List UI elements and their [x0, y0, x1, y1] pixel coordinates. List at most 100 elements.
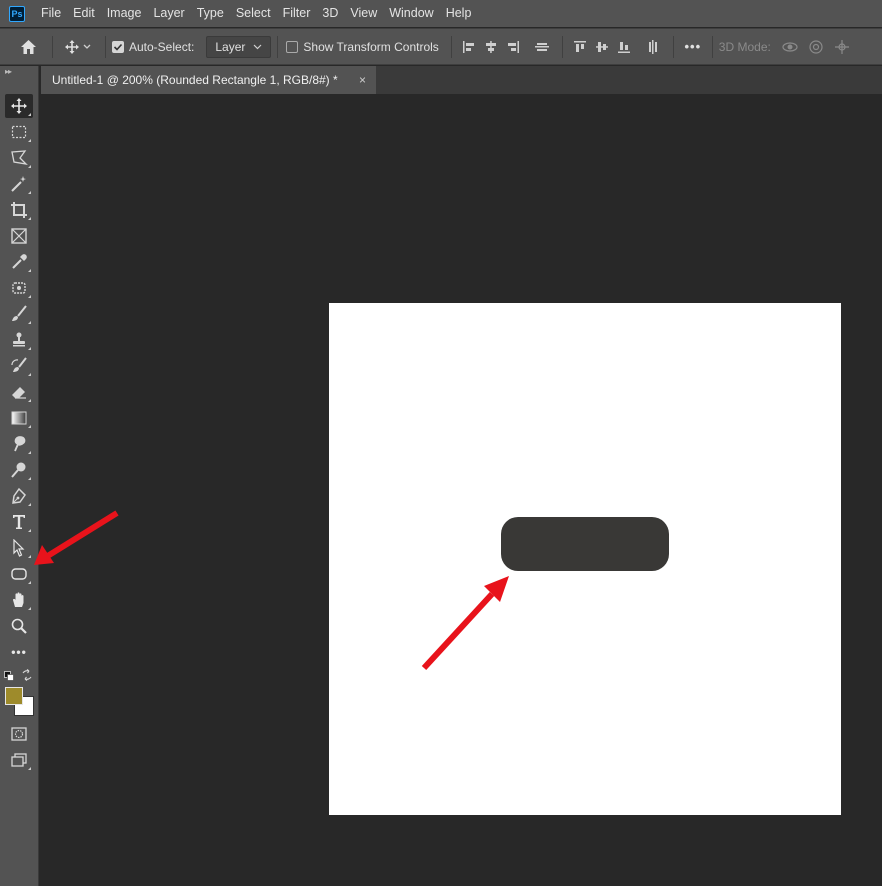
- chevron-down-icon: [253, 44, 262, 49]
- smudge-icon: [14, 436, 26, 452]
- eraser-tool[interactable]: [5, 380, 33, 404]
- distribute-button[interactable]: [528, 35, 556, 59]
- align-right-icon: [507, 40, 519, 53]
- foreground-color-swatch[interactable]: [5, 687, 23, 705]
- 3d-orbit-icon: [782, 41, 798, 52]
- auto-select-check[interactable]: [112, 40, 124, 53]
- clone-stamp-tool[interactable]: [5, 328, 33, 352]
- separator: [105, 35, 106, 58]
- polygonal-lasso-icon: [11, 150, 28, 165]
- align-left-button[interactable]: [458, 35, 480, 59]
- type-tool[interactable]: [5, 510, 33, 534]
- brush-tool[interactable]: [5, 302, 33, 326]
- default-colors-icon[interactable]: [4, 671, 14, 681]
- align-bottom-icon: [617, 41, 630, 53]
- menu-view[interactable]: View: [344, 0, 383, 27]
- 3d-orbit-button[interactable]: [777, 35, 803, 59]
- document-tab-bar: Untitled-1 @ 200% (Rounded Rectangle 1, …: [41, 66, 882, 94]
- path-selection-icon: [13, 539, 25, 557]
- distribute-icon: [534, 42, 549, 51]
- hand-tool[interactable]: [5, 588, 33, 612]
- eraser-icon: [12, 387, 26, 399]
- rounded-rectangle-icon: [11, 568, 27, 580]
- separator: [52, 35, 53, 58]
- home-icon: [20, 39, 36, 54]
- document-tab[interactable]: Untitled-1 @ 200% (Rounded Rectangle 1, …: [41, 66, 376, 94]
- separator: [711, 35, 713, 58]
- lasso-tool[interactable]: [5, 146, 33, 170]
- menu-image[interactable]: Image: [101, 0, 148, 27]
- quick-mask-button[interactable]: [5, 722, 33, 746]
- rounded-rectangle-shape[interactable]: [501, 517, 669, 571]
- move-tool[interactable]: [5, 94, 33, 118]
- distribute-vertical-button[interactable]: [639, 35, 667, 59]
- zoom-tool[interactable]: [5, 614, 33, 638]
- menu-filter[interactable]: Filter: [277, 0, 317, 27]
- auto-select-label: Auto-Select:: [129, 39, 195, 54]
- move-tool-icon: [65, 39, 91, 54]
- align-horizontal-center-button[interactable]: [480, 35, 502, 59]
- swap-colors-icon[interactable]: [21, 669, 33, 681]
- checkmark-icon: [113, 43, 123, 51]
- separator: [450, 35, 452, 58]
- panel-collapse-icon[interactable]: ▸▸: [5, 67, 12, 76]
- align-bottom-button[interactable]: [613, 35, 635, 59]
- menu-help[interactable]: Help: [440, 0, 478, 27]
- pen-tool[interactable]: [5, 484, 33, 508]
- menu-layer[interactable]: Layer: [147, 0, 190, 27]
- magic-wand-tool[interactable]: [5, 172, 33, 196]
- frame-icon: [11, 228, 27, 244]
- close-tab-icon[interactable]: ×: [359, 73, 366, 87]
- dodge-tool[interactable]: [5, 458, 33, 482]
- edit-toolbar-button[interactable]: •••: [5, 640, 33, 664]
- tools-panel: ▸▸ •••: [0, 66, 39, 886]
- auto-select-checkbox[interactable]: Auto-Select:: [112, 35, 194, 59]
- distribute-vertical-icon: [648, 39, 657, 54]
- path-selection-tool[interactable]: [5, 536, 33, 560]
- auto-select-value: Layer: [215, 39, 246, 54]
- menu-3d[interactable]: 3D: [316, 0, 344, 27]
- document-tab-title: Untitled-1 @ 200% (Rounded Rectangle 1, …: [52, 73, 338, 87]
- screen-mode-button[interactable]: [5, 748, 33, 772]
- eyedropper-tool[interactable]: [5, 250, 33, 274]
- hand-icon: [13, 592, 24, 607]
- move-tool-preset-button[interactable]: [59, 35, 99, 59]
- menu-window[interactable]: Window: [383, 0, 439, 27]
- screen-mode-icon: [11, 753, 27, 767]
- more-options-button[interactable]: •••: [680, 35, 706, 59]
- brush-icon: [12, 305, 27, 321]
- photoshop-logo-icon: Ps: [9, 5, 25, 22]
- home-button[interactable]: [10, 35, 46, 59]
- crop-icon: [11, 202, 27, 218]
- auto-select-dropdown[interactable]: Layer: [206, 35, 272, 58]
- rounded-rectangle-tool[interactable]: [5, 562, 33, 586]
- align-vertical-center-button[interactable]: [591, 35, 613, 59]
- menu-edit[interactable]: Edit: [67, 0, 101, 27]
- quick-mask-icon: [11, 727, 27, 741]
- align-top-button[interactable]: [569, 35, 591, 59]
- healing-brush-tool[interactable]: [5, 276, 33, 300]
- align-right-button[interactable]: [502, 35, 524, 59]
- rectangular-marquee-icon: [11, 125, 27, 139]
- marquee-tool[interactable]: [5, 120, 33, 144]
- separator: [561, 35, 563, 58]
- menu-file[interactable]: File: [35, 0, 67, 27]
- gradient-tool[interactable]: [5, 406, 33, 430]
- frame-tool[interactable]: [5, 224, 33, 248]
- type-icon: [13, 515, 25, 529]
- show-transform-check[interactable]: [286, 40, 299, 53]
- menu-select[interactable]: Select: [230, 0, 277, 27]
- separator: [672, 35, 674, 58]
- crop-tool[interactable]: [5, 198, 33, 222]
- show-transform-controls-checkbox[interactable]: Show Transform Controls: [286, 35, 439, 59]
- 3d-pan-button[interactable]: [829, 35, 855, 59]
- menu-type[interactable]: Type: [191, 0, 230, 27]
- align-hcenter-icon: [485, 40, 496, 53]
- blur-tool[interactable]: [5, 432, 33, 456]
- 3d-mode-label: 3D Mode:: [718, 39, 771, 54]
- gradient-icon: [11, 411, 27, 425]
- pen-icon: [12, 487, 26, 504]
- align-vcenter-icon: [595, 41, 608, 52]
- history-brush-tool[interactable]: [5, 354, 33, 378]
- 3d-roll-button[interactable]: [803, 35, 829, 59]
